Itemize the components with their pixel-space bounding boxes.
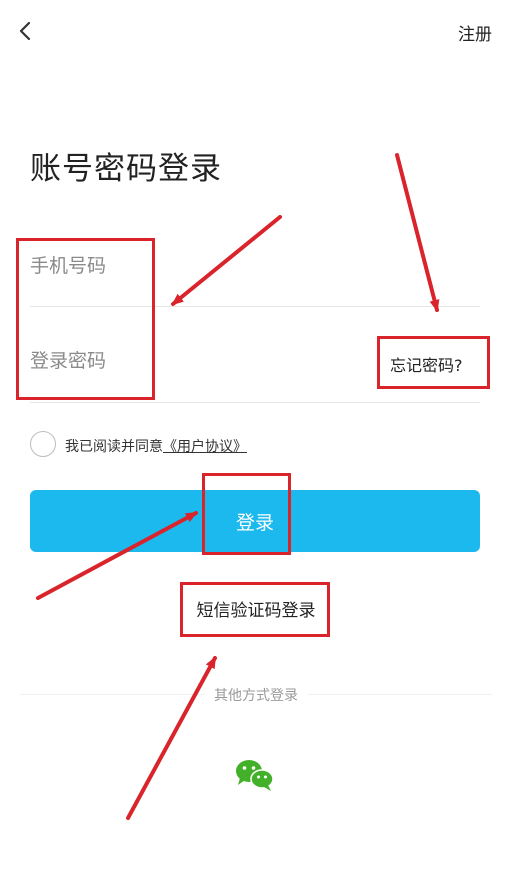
- back-button[interactable]: [10, 16, 40, 46]
- other-methods-section: 其他方式登录: [0, 685, 512, 705]
- forgot-password-link[interactable]: 忘记密码?: [390, 352, 463, 376]
- wechat-login-button[interactable]: [233, 757, 277, 793]
- annotation-arrow-sms: [126, 656, 217, 820]
- user-agreement-link[interactable]: 《用户协议》: [163, 439, 247, 455]
- agreement-checkbox[interactable]: [30, 431, 56, 457]
- password-field[interactable]: [30, 331, 360, 391]
- agreement-prefix: 我已阅读并同意: [65, 439, 163, 455]
- sms-login-link[interactable]: 短信验证码登录: [0, 596, 512, 621]
- page-title: 账号密码登录: [30, 151, 222, 187]
- wechat-icon: [236, 760, 274, 791]
- login-button-label: 登录: [235, 511, 274, 534]
- phone-divider: [30, 306, 480, 307]
- login-button[interactable]: 登录: [30, 490, 480, 552]
- other-methods-label: 其他方式登录: [204, 688, 308, 704]
- phone-input[interactable]: [30, 236, 480, 296]
- password-input[interactable]: [30, 331, 360, 391]
- register-link[interactable]: 注册: [458, 20, 492, 45]
- chevron-left-icon: [19, 21, 31, 41]
- phone-field[interactable]: [30, 236, 480, 296]
- agreement-text: 我已阅读并同意《用户协议》: [65, 436, 247, 456]
- password-divider: [30, 402, 480, 403]
